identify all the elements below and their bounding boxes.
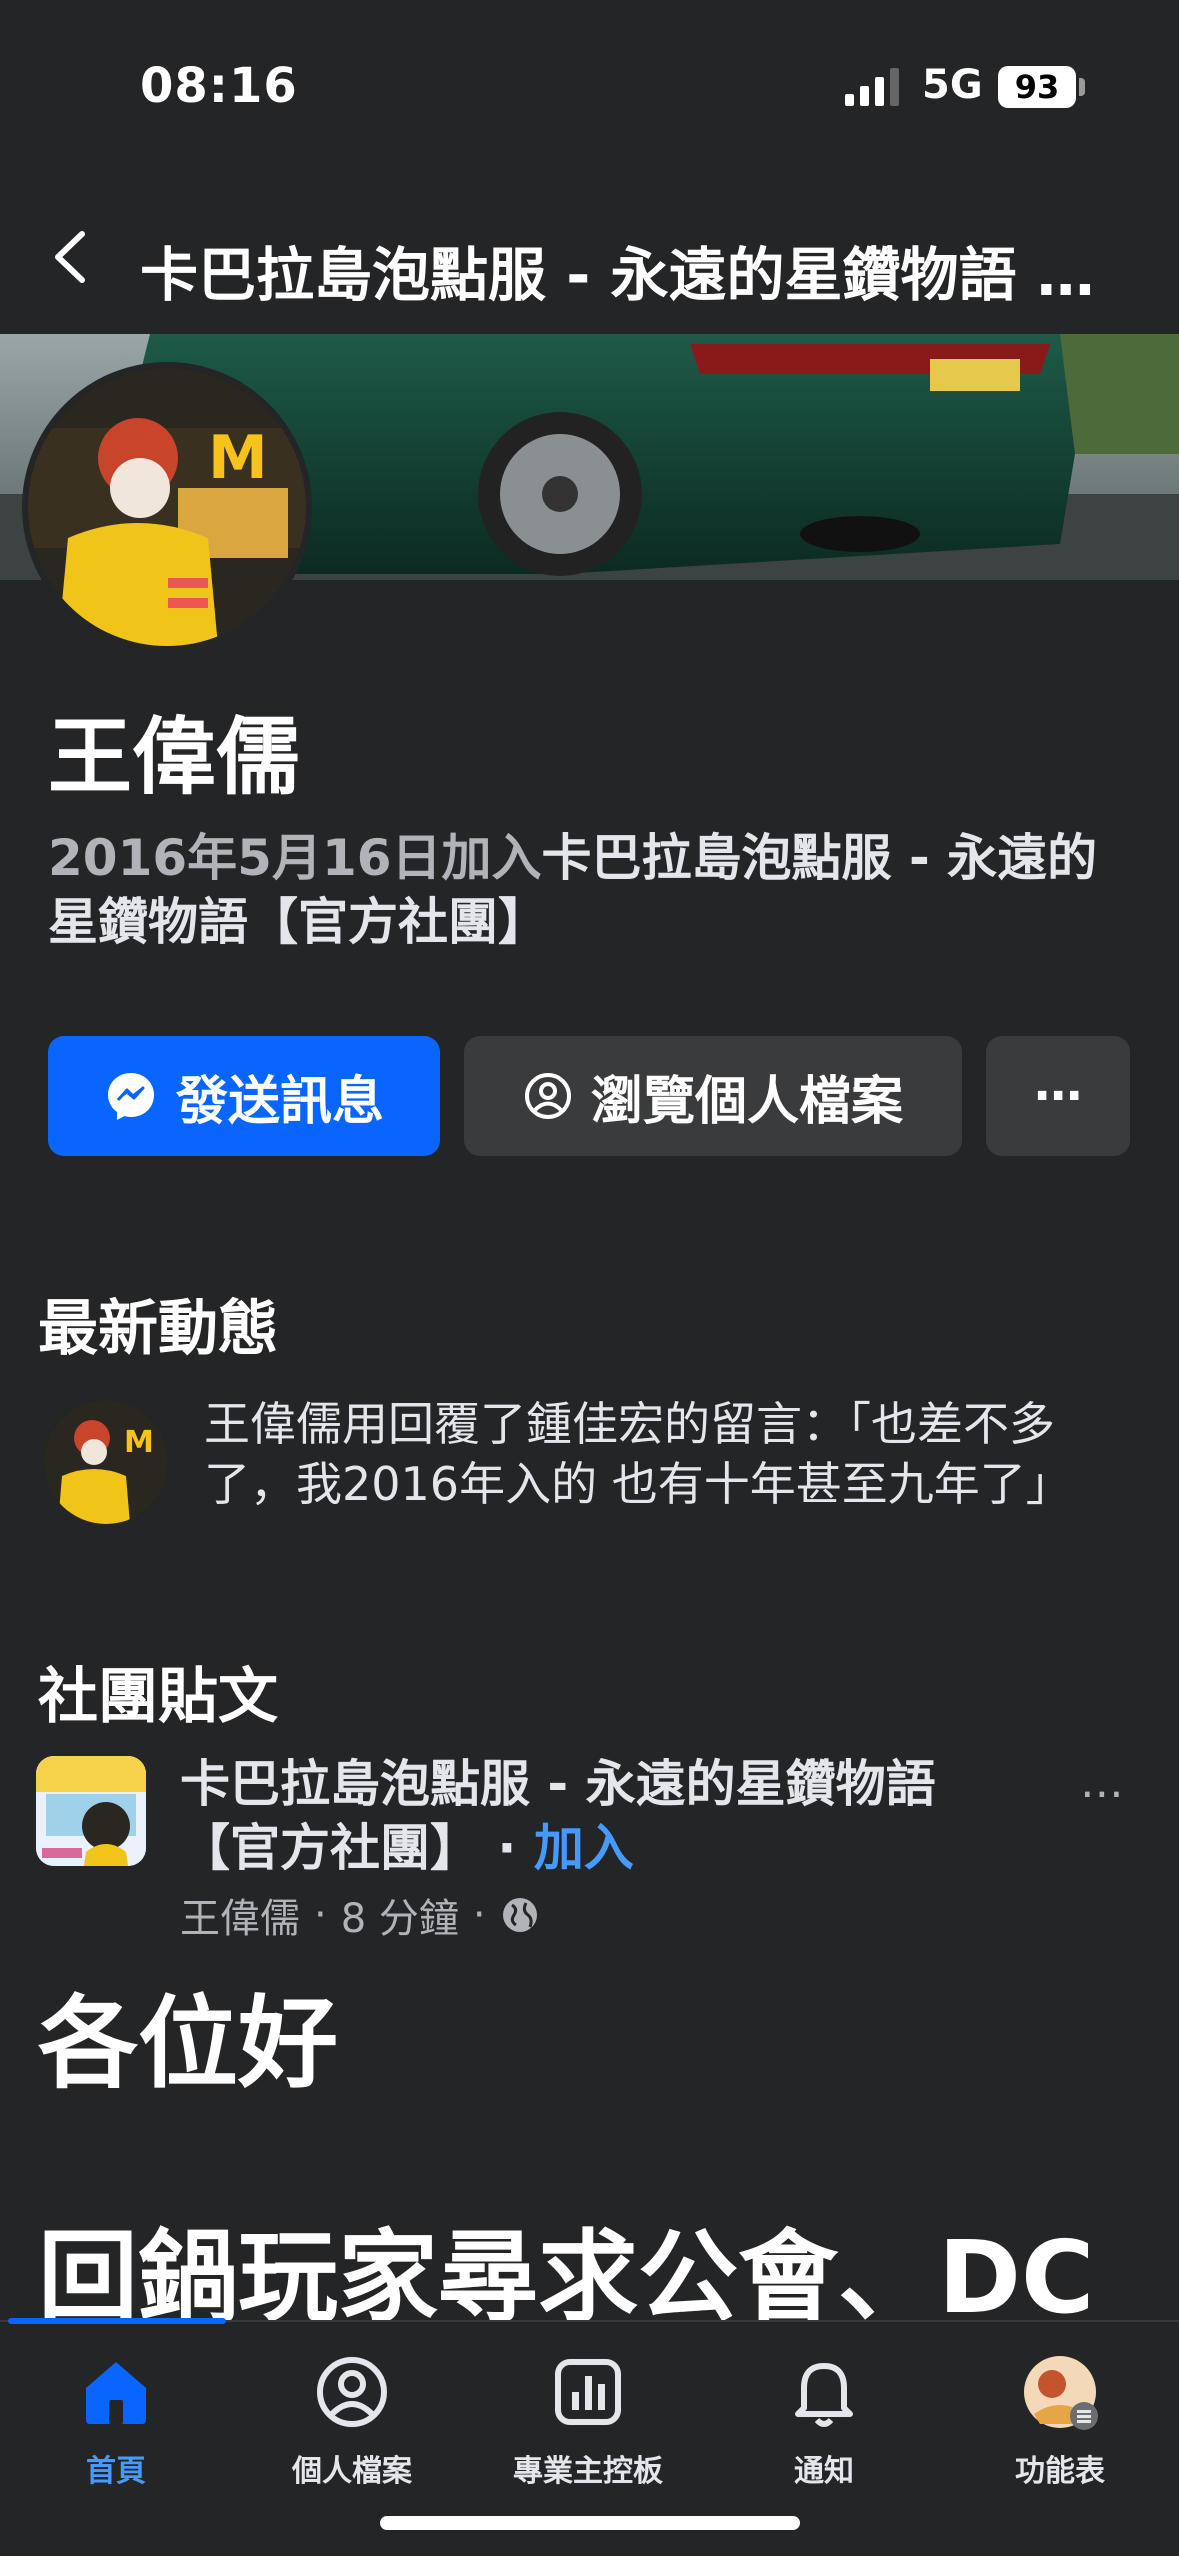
avatar-image: M <box>28 368 306 646</box>
post-time: 8 分鐘 <box>340 1896 459 1942</box>
nav-profile[interactable]: 個人檔案 <box>252 2352 452 2502</box>
avatar-image-small: M <box>44 1400 168 1524</box>
nav-notifications-label: 通知 <box>794 2454 854 2489</box>
nav-profile-label: 個人檔案 <box>292 2454 412 2489</box>
home-indicator <box>380 2516 800 2530</box>
group-thumbnail[interactable] <box>36 1756 146 1866</box>
meta-dot: · <box>314 1892 327 1938</box>
more-options-button[interactable]: ⋯ <box>986 1036 1130 1156</box>
back-arrow-icon[interactable] <box>42 222 102 292</box>
status-time: 08:16 <box>140 58 298 114</box>
group-posts-title: 社團貼文 <box>38 1662 278 1732</box>
post-more-button[interactable]: ⋯ <box>1080 1768 1126 1819</box>
group-image <box>36 1756 146 1866</box>
more-options-label: ⋯ <box>1034 1068 1082 1124</box>
join-group-link[interactable]: 加入 <box>534 1819 634 1877</box>
nav-menu-label: 功能表 <box>1015 2454 1105 2489</box>
globe-icon <box>502 1898 537 1932</box>
nav-home-label: 首頁 <box>86 2454 146 2489</box>
post-separator: · <box>480 1819 534 1877</box>
nav-notifications[interactable]: 通知 <box>724 2352 924 2502</box>
activity-text[interactable]: 王偉儒用回覆了鍾佳宏的留言：「也差不多了，我2016年入的 也有十年甚至九年了」 <box>204 1394 1104 1514</box>
battery-icon: 93 <box>998 66 1076 108</box>
menu-avatar-icon <box>1024 2356 1098 2430</box>
view-profile-button[interactable]: 瀏覽個人檔案 <box>464 1036 962 1156</box>
messenger-icon <box>104 1069 158 1123</box>
svg-text:M: M <box>208 423 268 493</box>
status-bar: 08:16 5G 93 <box>0 0 1179 160</box>
view-profile-label: 瀏覽個人檔案 <box>590 1071 903 1132</box>
svg-text:M: M <box>124 1425 154 1460</box>
nav-dashboard-label: 專業主控板 <box>513 2454 663 2489</box>
dashboard-icon <box>555 2359 621 2425</box>
page-title: 卡巴拉島泡點服 - 永遠的星鑽物語 … <box>140 241 1095 309</box>
signal-icon <box>845 68 899 106</box>
battery-nub <box>1079 78 1085 96</box>
send-message-button[interactable]: 發送訊息 <box>48 1036 440 1156</box>
home-icon <box>86 2362 146 2424</box>
nav-dashboard[interactable]: 專業主控板 <box>488 2352 688 2502</box>
profile-circle-icon <box>523 1071 573 1121</box>
top-header: 卡巴拉島泡點服 - 永遠的星鑽物語 … <box>0 200 1179 330</box>
nav-home[interactable]: 首頁 <box>16 2352 216 2502</box>
profile-avatar[interactable]: M <box>22 362 312 652</box>
network-type: 5G <box>922 62 983 108</box>
page: 08:16 5G 93 卡巴拉島泡點服 - 永遠的星鑽物語 … M 王偉儒 20… <box>0 0 1179 2556</box>
send-message-label: 發送訊息 <box>175 1071 384 1132</box>
activity-avatar[interactable]: M <box>44 1400 168 1524</box>
recent-activity-title: 最新動態 <box>38 1294 278 1364</box>
post-body-line1: 各位好 <box>38 1985 338 2102</box>
meta-dot: · <box>472 1892 486 1938</box>
profile-icon <box>317 2357 387 2427</box>
post-author[interactable]: 王偉儒 <box>180 1886 300 1944</box>
bell-icon <box>795 2363 853 2427</box>
post-group-header: 卡巴拉島泡點服 - 永遠的星鑽物語【官方社團】 · 加入 <box>180 1752 1010 1880</box>
nav-menu[interactable]: 功能表 <box>960 2352 1160 2502</box>
joined-date: 2016年5月16日加入 <box>48 829 542 887</box>
profile-name: 王偉儒 <box>48 708 301 806</box>
post-meta: 王偉儒 · 8 分鐘 · <box>180 1886 540 1944</box>
active-tab-indicator <box>8 2318 226 2324</box>
joined-info: 2016年5月16日加入卡巴拉島泡點服 - 永遠的星鑽物語【官方社團】 <box>48 826 1138 954</box>
